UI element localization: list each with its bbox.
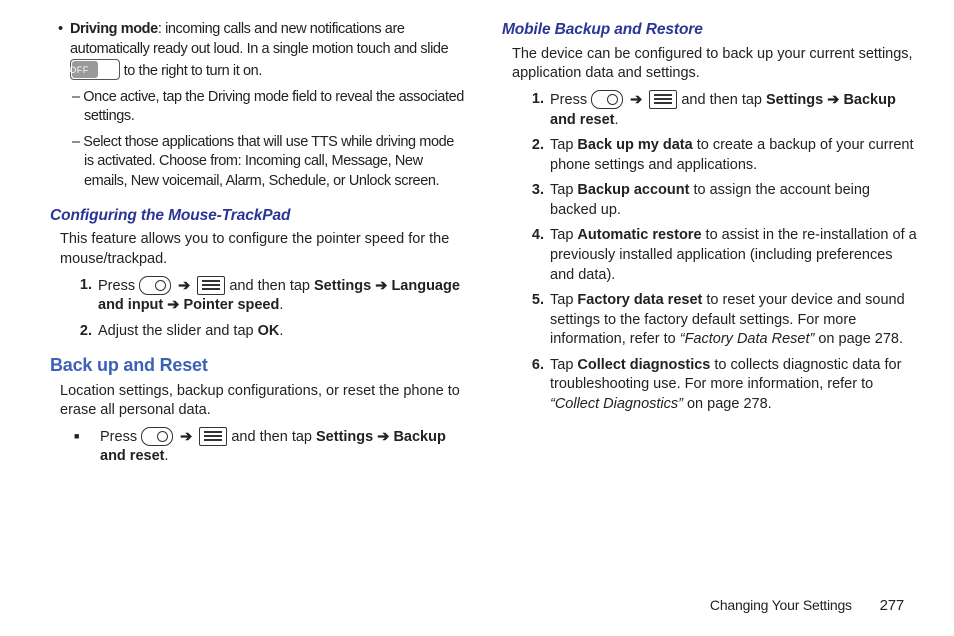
mbr-step2: 2. Tap Back up my data to create a backu… (518, 136, 919, 175)
bold: Collect diagnostics (577, 357, 710, 373)
bold: Automatic restore (577, 227, 701, 243)
menu-icon (649, 90, 677, 109)
text: on page 278. (683, 396, 772, 412)
step-number: 5. (518, 291, 544, 350)
mbr-step1: 1. Press ➔ and then tap Settings ➔ Backu… (518, 90, 919, 130)
step-body: Tap Back up my data to create a backup o… (550, 136, 919, 175)
driving-mode-text2: to the right to turn it on. (124, 63, 262, 79)
step-number: 3. (518, 181, 544, 220)
mbr-step3: 3. Tap Backup account to assign the acco… (518, 181, 919, 220)
text: and then tap (229, 278, 314, 294)
step-body: Press ➔ and then tap Settings ➔ Language… (98, 276, 467, 316)
arrow-icon: ➔ (178, 278, 190, 294)
text: . (279, 297, 283, 313)
menu-icon (197, 276, 225, 295)
text: and then tap (231, 429, 316, 445)
arrow-icon: ➔ (630, 92, 642, 108)
step-body: Tap Factory data reset to reset your dev… (550, 291, 919, 350)
bold: ➔ (373, 429, 393, 445)
step-body: Tap Backup account to assign the account… (550, 181, 919, 220)
page: Driving mode: incoming calls and new not… (0, 0, 954, 600)
text: Adjust the slider and tap (98, 323, 258, 339)
config-step2: 2. Adjust the slider and tap OK. (66, 322, 467, 342)
backup-intro: Location settings, backup configurations… (60, 382, 467, 421)
cross-ref: “Factory Data Reset” (680, 331, 815, 347)
mbr-intro: The device can be configured to back up … (512, 45, 919, 84)
mbr-step5: 5. Tap Factory data reset to reset your … (518, 291, 919, 350)
bold: Factory data reset (577, 292, 702, 308)
bold: ➔ (371, 278, 391, 294)
text: Press (98, 278, 139, 294)
text: Tap (550, 182, 577, 198)
driving-sub1: Once active, tap the Driving mode field … (50, 88, 467, 127)
footer-title: Changing Your Settings (710, 597, 852, 613)
driving-mode-label: Driving mode (70, 21, 158, 37)
mbr-heading: Mobile Backup and Restore (502, 20, 919, 41)
bold: Backup account (577, 182, 689, 198)
home-icon (139, 276, 171, 295)
square-bullet-icon: ■ (74, 430, 100, 470)
step-body: Tap Collect diagnostics to collects diag… (550, 356, 919, 415)
text: and then tap (681, 92, 766, 108)
step-number: 1. (518, 90, 544, 130)
bold: Settings (766, 92, 823, 108)
bold: Settings (316, 429, 373, 445)
text: . (614, 112, 618, 128)
step-body: Press ➔ and then tap Settings ➔ Backup a… (100, 427, 467, 467)
text: on page 278. (814, 331, 903, 347)
config-step1: 1. Press ➔ and then tap Settings ➔ Langu… (66, 276, 467, 316)
left-column: Driving mode: incoming calls and new not… (50, 20, 467, 600)
text: Tap (550, 292, 577, 308)
bold: Settings (314, 278, 371, 294)
step-body: Adjust the slider and tap OK. (98, 322, 467, 342)
page-footer: Changing Your Settings 277 (710, 596, 904, 616)
menu-icon (199, 427, 227, 446)
bold: Back up my data (577, 137, 692, 153)
bold: Pointer speed (183, 297, 279, 313)
bold: OK (258, 323, 280, 339)
step-number: 2. (518, 136, 544, 175)
mbr-step6: 6. Tap Collect diagnostics to collects d… (518, 356, 919, 415)
right-column: Mobile Backup and Restore The device can… (502, 20, 919, 600)
text: . (279, 323, 283, 339)
config-heading: Configuring the Mouse-TrackPad (50, 206, 467, 227)
home-icon (591, 90, 623, 109)
arrow-icon: ➔ (180, 429, 192, 445)
off-toggle: OFF (70, 59, 120, 80)
step-number: 2. (66, 322, 92, 342)
text: Tap (550, 357, 577, 373)
text: Press (550, 92, 591, 108)
mbr-step4: 4. Tap Automatic restore to assist in th… (518, 226, 919, 285)
toggle-label: OFF (72, 61, 98, 78)
text: Tap (550, 137, 577, 153)
step-number: 4. (518, 226, 544, 285)
page-number: 277 (880, 597, 904, 614)
step-body: Press ➔ and then tap Settings ➔ Backup a… (550, 90, 919, 130)
backup-heading: Back up and Reset (50, 353, 467, 377)
home-icon (141, 427, 173, 446)
text: Tap (550, 227, 577, 243)
bold: ➔ (163, 297, 183, 313)
cross-ref: “Collect Diagnostics” (550, 396, 683, 412)
text: . (164, 448, 168, 464)
step-number: 1. (66, 276, 92, 316)
bold: ➔ (823, 92, 843, 108)
text: Press (100, 429, 141, 445)
backup-step: ■ Press ➔ and then tap Settings ➔ Backup… (74, 427, 467, 467)
config-intro: This feature allows you to configure the… (60, 230, 467, 269)
step-number: 6. (518, 356, 544, 415)
driving-sub2: Select those applications that will use … (50, 133, 467, 192)
driving-mode-bullet: Driving mode: incoming calls and new not… (50, 20, 467, 82)
step-body: Tap Automatic restore to assist in the r… (550, 226, 919, 285)
